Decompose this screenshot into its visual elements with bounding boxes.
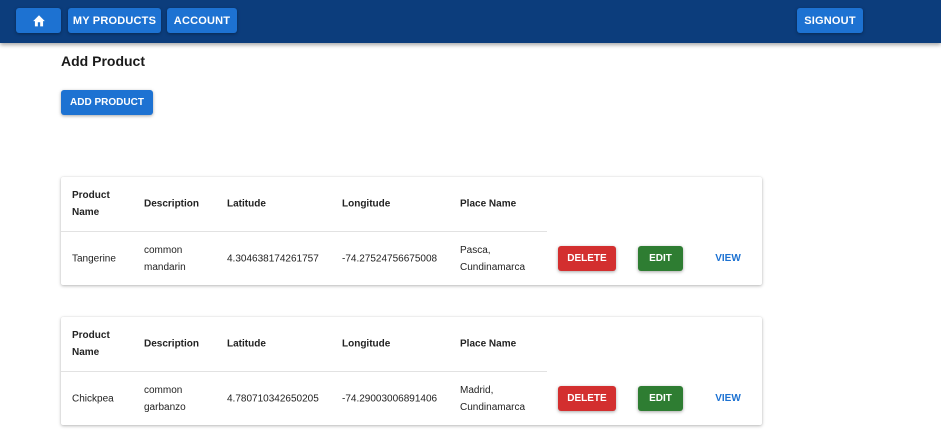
product-latitude: 4.304638174261757 xyxy=(227,253,319,264)
product-card: Product Name Description Latitude Longit… xyxy=(61,317,762,425)
delete-button[interactable]: DELETE xyxy=(558,246,616,271)
product-description: common mandarin xyxy=(144,244,186,273)
edit-button[interactable]: EDIT xyxy=(638,386,683,411)
product-name: Chickpea xyxy=(72,393,114,404)
product-longitude: -74.29003006891406 xyxy=(342,393,438,404)
my-products-button[interactable]: MY PRODUCTS xyxy=(68,8,161,33)
product-place-name: Pasca, Cundinamarca xyxy=(460,244,526,273)
header-place-name: Place Name xyxy=(460,198,517,210)
app-bar: MY PRODUCTS ACCOUNT SIGNOUT xyxy=(0,0,941,43)
edit-button[interactable]: EDIT xyxy=(638,246,683,271)
product-place-name: Madrid, Cundinamarca xyxy=(460,384,526,413)
product-card: Product Name Description Latitude Longit… xyxy=(61,177,762,285)
header-longitude: Longitude xyxy=(342,198,391,210)
table-header-row: Product Name Description Latitude Longit… xyxy=(61,317,547,372)
home-button[interactable] xyxy=(16,8,61,33)
page-title: Add Product xyxy=(61,53,145,69)
table-row: Chickpea common garbanzo 4.7807103426502… xyxy=(61,372,762,425)
home-icon xyxy=(32,15,45,27)
header-description: Description xyxy=(144,338,200,350)
signout-button[interactable]: SIGNOUT xyxy=(797,8,863,33)
product-longitude: -74.27524756675008 xyxy=(342,253,438,264)
table-row: Tangerine common mandarin 4.304638174261… xyxy=(61,232,762,285)
product-latitude: 4.780710342650205 xyxy=(227,393,319,404)
product-description: common garbanzo xyxy=(144,384,186,413)
view-button[interactable]: VIEW xyxy=(707,246,749,271)
header-place-name: Place Name xyxy=(460,338,517,350)
header-longitude: Longitude xyxy=(342,338,391,350)
header-latitude: Latitude xyxy=(227,198,266,210)
header-product-name: Product Name xyxy=(72,190,110,218)
add-product-button[interactable]: ADD PRODUCT xyxy=(61,90,153,115)
view-button[interactable]: VIEW xyxy=(707,386,749,411)
header-product-name: Product Name xyxy=(72,330,110,358)
table-header-row: Product Name Description Latitude Longit… xyxy=(61,177,547,232)
header-description: Description xyxy=(144,198,200,210)
delete-button[interactable]: DELETE xyxy=(558,386,616,411)
header-latitude: Latitude xyxy=(227,338,266,350)
account-button[interactable]: ACCOUNT xyxy=(167,8,237,33)
product-name: Tangerine xyxy=(72,253,116,264)
